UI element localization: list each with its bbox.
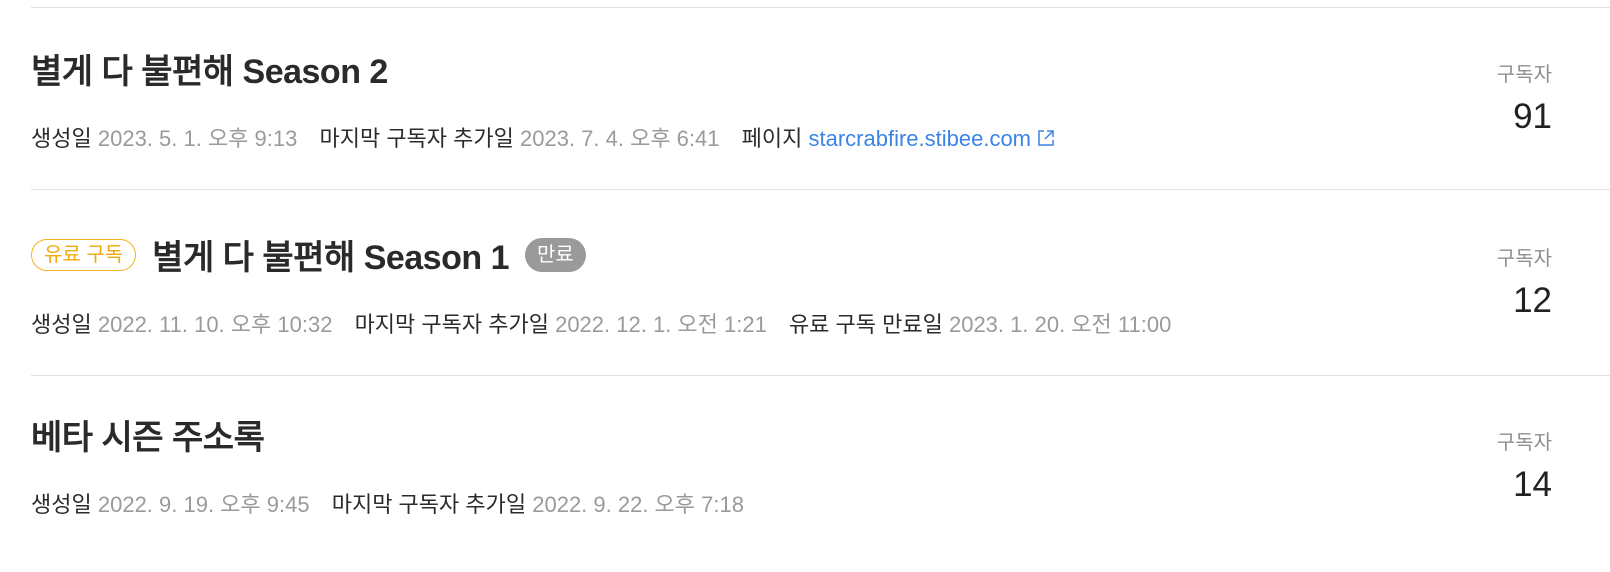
list-meta: 생성일 2022. 11. 10. 오후 10:32 마지막 구독자 추가일 2… [31, 307, 1187, 339]
subscribers-label: 구독자 [1496, 432, 1552, 454]
subscribers-count: 14 [1513, 465, 1552, 504]
paid-expiry-label: 유료 구독 만료일 [788, 312, 943, 337]
address-book-list: 별게 다 불편해 Season 2 생성일 2023. 5. 1. 오후 9:1… [0, 0, 1610, 572]
title-line: 별게 다 불편해 Season 2 [31, 44, 388, 93]
subscriber-count-block: 구독자 14 [1497, 426, 1552, 505]
last-added-value: 2022. 9. 22. 오후 7:18 [532, 492, 744, 517]
external-link-icon[interactable] [1037, 127, 1055, 146]
subscriber-count-block: 구독자 12 [1497, 242, 1552, 321]
created-label: 생성일 [31, 312, 92, 337]
title-line: 유료 구독 별게 다 불편해 Season 1 만료 [31, 230, 586, 279]
subscribers-label: 구독자 [1496, 248, 1552, 270]
last-added-value: 2022. 12. 1. 오전 1:21 [555, 312, 767, 337]
list-title[interactable]: 별게 다 불편해 Season 2 [31, 44, 388, 93]
subscriber-count-block: 구독자 91 [1497, 58, 1552, 137]
last-added-label: 마지막 구독자 추가일 [354, 312, 549, 337]
last-added-label: 마지막 구독자 추가일 [319, 126, 514, 151]
created-value: 2022. 11. 10. 오후 10:32 [97, 312, 333, 337]
page-label: 페이지 [741, 126, 803, 151]
expired-badge: 만료 [525, 237, 586, 272]
paid-expiry-value: 2023. 1. 20. 오전 11:00 [948, 312, 1172, 337]
created-label: 생성일 [31, 492, 92, 517]
created-value: 2023. 5. 1. 오후 9:13 [97, 126, 298, 151]
subscribers-label: 구독자 [1496, 64, 1552, 86]
list-item[interactable]: 유료 구독 별게 다 불편해 Season 1 만료 생성일 2022. 11.… [31, 190, 1552, 375]
created-value: 2022. 9. 19. 오후 9:45 [97, 492, 310, 517]
list-item[interactable]: 베타 시즌 주소록 생성일 2022. 9. 19. 오후 9:45 마지막 구… [31, 376, 1552, 572]
subscribers-count: 91 [1513, 97, 1552, 136]
last-added-label: 마지막 구독자 추가일 [331, 492, 527, 517]
title-line: 베타 시즌 주소록 [31, 410, 265, 459]
created-label: 생성일 [31, 126, 92, 151]
list-title[interactable]: 베타 시즌 주소록 [31, 410, 265, 459]
last-added-value: 2023. 7. 4. 오후 6:41 [520, 126, 720, 151]
list-meta: 생성일 2023. 5. 1. 오후 9:13 마지막 구독자 추가일 2023… [31, 121, 1055, 153]
list-title[interactable]: 별게 다 불편해 Season 1 [152, 230, 509, 279]
list-item[interactable]: 별게 다 불편해 Season 2 생성일 2023. 5. 1. 오후 9:1… [31, 8, 1552, 189]
paid-subscription-badge: 유료 구독 [31, 238, 137, 271]
page-link[interactable]: starcrabfire.stibee.com [808, 126, 1031, 151]
list-meta: 생성일 2022. 9. 19. 오후 9:45 마지막 구독자 추가일 202… [31, 487, 760, 519]
subscribers-count: 12 [1513, 281, 1552, 320]
